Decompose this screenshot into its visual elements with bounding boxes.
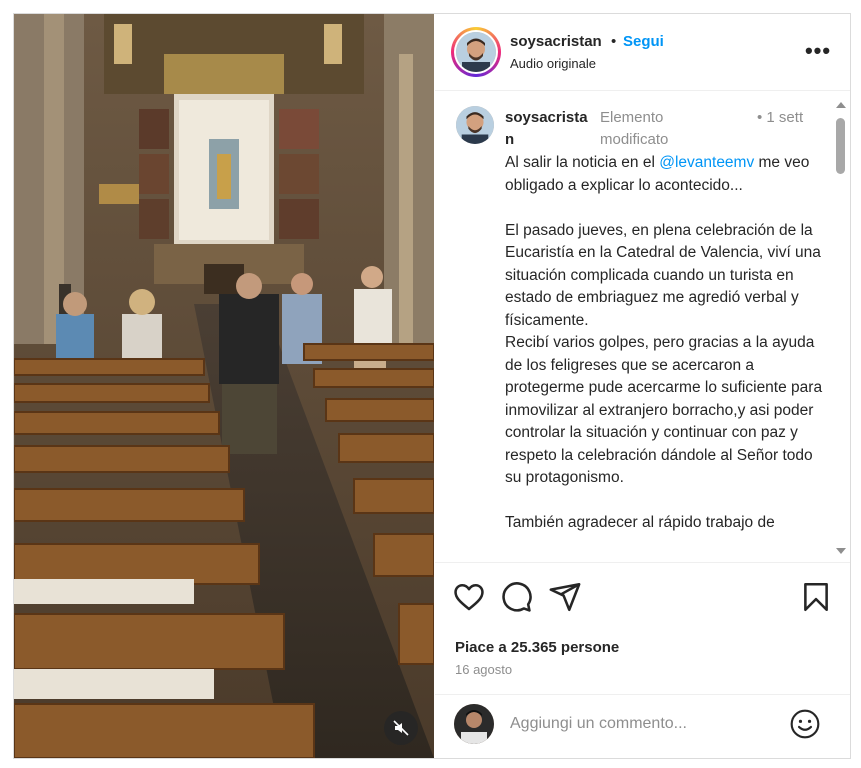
- heart-icon: [454, 583, 484, 611]
- bookmark-icon: [804, 582, 828, 612]
- post-actions: Piace a 25.365 persone 16 agosto: [435, 562, 850, 677]
- caption-timestamp[interactable]: • 1 sett: [757, 107, 807, 129]
- comment-icon: [502, 582, 532, 612]
- caption-text-start: Al salir la noticia en el: [505, 154, 660, 171]
- share-button[interactable]: [548, 580, 582, 614]
- scrollbar-thumb[interactable]: [836, 118, 845, 174]
- comment-bar: [435, 694, 850, 759]
- comment-button[interactable]: [499, 580, 533, 614]
- post-header: soysacristan • Segui Audio originale •••: [435, 14, 850, 91]
- caption-scrollbar[interactable]: [833, 98, 849, 558]
- comment-input[interactable]: [510, 712, 780, 736]
- separator-dot: •: [611, 33, 617, 50]
- caption-username[interactable]: soysacristan: [505, 107, 595, 151]
- caption-text: Al salir la noticia en el @levanteemv me…: [505, 152, 825, 535]
- caption-area: soysacristan Elemento modificato • 1 set…: [435, 91, 850, 561]
- post-date[interactable]: 16 agosto: [455, 662, 512, 677]
- viewer-avatar-image: [454, 704, 494, 744]
- like-button[interactable]: [452, 580, 486, 614]
- emoji-icon: [790, 709, 820, 739]
- viewer-avatar: [454, 704, 494, 744]
- post-side-panel: soysacristan • Segui Audio originale •••…: [435, 14, 850, 758]
- save-button[interactable]: [799, 580, 833, 614]
- author-username[interactable]: soysacristan: [510, 33, 602, 50]
- muted-speaker-icon: [393, 720, 409, 736]
- mute-button[interactable]: [384, 711, 418, 745]
- caption-avatar-image: [456, 106, 494, 144]
- emoji-button[interactable]: [789, 708, 821, 740]
- likes-count[interactable]: Piace a 25.365 persone: [455, 639, 619, 656]
- share-icon: [549, 582, 581, 612]
- audio-label[interactable]: Audio originale: [510, 56, 596, 71]
- cathedral-video-frame: [14, 14, 434, 758]
- author-avatar[interactable]: [451, 27, 501, 77]
- more-options-icon: •••: [804, 38, 832, 63]
- post-video[interactable]: [14, 14, 434, 758]
- scroll-up-arrow-icon[interactable]: [836, 102, 846, 108]
- edited-label: Elemento modificato: [600, 109, 669, 148]
- post-dialog: soysacristan • Segui Audio originale •••…: [13, 13, 851, 759]
- follow-button[interactable]: Segui: [623, 33, 664, 50]
- author-avatar-image: [456, 32, 496, 72]
- mention-link[interactable]: @levanteemv: [659, 154, 754, 171]
- caption-avatar[interactable]: [456, 106, 494, 144]
- more-options-button[interactable]: •••: [805, 38, 831, 64]
- scroll-down-arrow-icon[interactable]: [836, 548, 846, 554]
- caption-text-body: me veo obligado a explicar lo acontecido…: [505, 154, 823, 531]
